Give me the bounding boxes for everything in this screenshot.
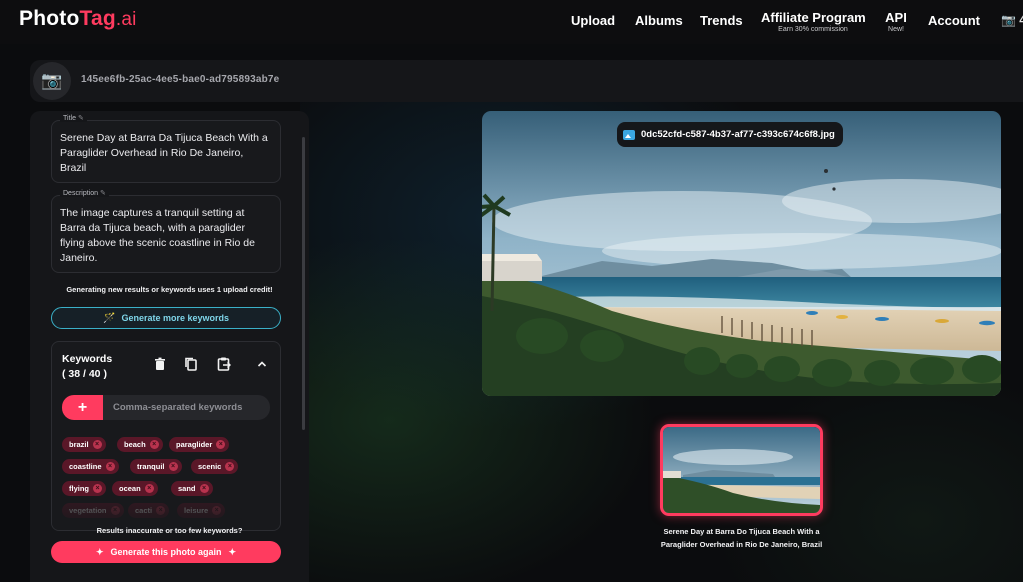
pencil-icon: ✎ xyxy=(77,115,84,122)
sparkle-icon: ✦ xyxy=(95,546,104,557)
remove-keyword-icon[interactable]: × xyxy=(225,462,235,471)
title-label: Title ✎ xyxy=(60,114,87,122)
metadata-panel: Title ✎ Serene Day at Barra Da Tijuca Bea… xyxy=(30,111,309,582)
credit-note: Generating new results or keywords uses … xyxy=(66,285,273,294)
regenerate-photo-button[interactable]: ✦ Generate this photo again ✦ xyxy=(51,541,281,563)
remove-keyword-icon[interactable]: × xyxy=(105,462,115,471)
keyword-text: brazil xyxy=(69,440,89,449)
magic-wand-icon: 🪄 xyxy=(102,312,116,324)
trash-icon[interactable] xyxy=(152,356,168,372)
album-id-bar: 📷 145ee6fb-25ac-4ee5-bae0-ad795893ab7e xyxy=(30,60,1023,102)
keyword-chip[interactable]: beach × xyxy=(117,437,163,452)
remove-keyword-icon[interactable]: × xyxy=(168,462,178,471)
remove-keyword-icon[interactable]: × xyxy=(216,440,226,449)
panel-scrollbar[interactable] xyxy=(302,137,305,430)
nav-albums[interactable]: Albums xyxy=(635,13,683,28)
keyword-chip[interactable]: coastline × xyxy=(62,459,119,474)
keyword-input[interactable] xyxy=(103,395,270,420)
keyword-chip[interactable]: ocean × xyxy=(112,481,158,496)
keyword-chip[interactable]: scenic × xyxy=(191,459,239,474)
remove-keyword-icon[interactable]: × xyxy=(144,484,154,493)
nav-api-label: API xyxy=(885,10,907,25)
pencil-icon: ✎ xyxy=(100,190,106,197)
title-field[interactable]: Title ✎ Serene Day at Barra Da Tijuca Bea… xyxy=(51,114,281,183)
keyword-text: scenic xyxy=(198,462,222,471)
keyword-chip[interactable]: brazil × xyxy=(62,437,106,452)
remove-keyword-icon[interactable]: × xyxy=(92,440,102,449)
description-value[interactable]: The image captures a tranquil setting at… xyxy=(52,196,280,266)
thumbnail-image xyxy=(663,427,820,513)
keyword-text: flying xyxy=(69,484,89,493)
nav-upload[interactable]: Upload xyxy=(571,13,615,28)
keyword-text: sand xyxy=(178,484,196,493)
keyword-chip[interactable]: flying × xyxy=(62,481,106,496)
chevron-up-icon[interactable] xyxy=(254,356,270,372)
remove-keyword-icon[interactable]: × xyxy=(149,440,159,449)
main-photo xyxy=(482,111,1001,396)
phototag-logo[interactable]: PhotoTag.ai xyxy=(19,7,137,31)
keyword-input-row: + xyxy=(62,395,270,420)
top-navigation-bar: PhotoTag.ai Upload Albums Trends Affilia… xyxy=(0,0,1023,44)
thumbnail-caption: Serene Day at Barra Do Tijuca Beach With… xyxy=(660,527,823,549)
generate-more-label: Generate more keywords xyxy=(121,313,229,323)
keyword-text: coastline xyxy=(69,462,102,471)
camera-icon: 📷 xyxy=(1001,13,1016,27)
keyword-text: tranquil xyxy=(137,462,165,471)
keyword-chip[interactable]: tranquil × xyxy=(130,459,182,474)
credits-indicator[interactable]: 📷 4 xyxy=(1001,13,1023,27)
image-icon xyxy=(623,129,635,140)
nav-account[interactable]: Account xyxy=(928,13,980,28)
nav-affiliate-sublabel: Earn 30% commission xyxy=(778,26,848,33)
add-keyword-button[interactable]: + xyxy=(62,395,103,420)
description-label: Description ✎ xyxy=(60,189,109,197)
remove-keyword-icon[interactable]: × xyxy=(93,484,102,493)
paste-icon[interactable] xyxy=(216,356,232,372)
keywords-count: ( 38 / 40 ) xyxy=(62,368,107,380)
title-value[interactable]: Serene Day at Barra Da Tijuca Beach With… xyxy=(52,121,280,176)
sparkle-icon: ✦ xyxy=(228,546,237,557)
camera-icon: 📷 xyxy=(33,62,71,100)
nav-api-badge: New! xyxy=(888,26,904,33)
nav-affiliate-label: Affiliate Program xyxy=(761,10,866,25)
keywords-section: Keywords ( 38 / 40 ) + brazil× beach× xyxy=(51,341,281,531)
regenerate-label: Generate this photo again xyxy=(110,547,222,557)
keyword-chip[interactable]: sand × xyxy=(171,481,213,496)
photo-thumbnail[interactable] xyxy=(660,424,823,516)
filename-text: 0dc52cfd-c587-4b37-af77-c393c674c6f8.jpg xyxy=(641,129,835,140)
keyword-text: ocean xyxy=(119,484,141,493)
keyword-text: paraglider xyxy=(176,440,213,449)
album-id: 145ee6fb-25ac-4ee5-bae0-ad795893ab7e xyxy=(81,74,280,85)
keywords-heading: Keywords ( 38 / 40 ) xyxy=(62,352,112,382)
keywords-label: Keywords xyxy=(62,353,113,365)
description-field[interactable]: Description ✎ The image captures a tranqu… xyxy=(51,189,281,273)
credits-value: 4 xyxy=(1019,13,1023,27)
generate-more-keywords-button[interactable]: 🪄 Generate more keywords xyxy=(51,307,281,329)
copy-icon[interactable] xyxy=(183,356,199,372)
inaccurate-results-note: Results inaccurate or too few keywords? xyxy=(96,526,243,535)
filename-badge: 0dc52cfd-c587-4b37-af77-c393c674c6f8.jpg xyxy=(617,122,843,147)
beach-photo-image xyxy=(482,111,1001,396)
keyword-chip[interactable]: paraglider × xyxy=(169,437,230,452)
remove-keyword-icon[interactable]: × xyxy=(199,484,209,493)
nav-trends[interactable]: Trends xyxy=(700,13,743,28)
keyword-text: beach xyxy=(124,440,146,449)
nav-api[interactable]: API New! xyxy=(884,10,908,33)
nav-affiliate-program[interactable]: Affiliate Program Earn 30% commission xyxy=(761,10,866,33)
